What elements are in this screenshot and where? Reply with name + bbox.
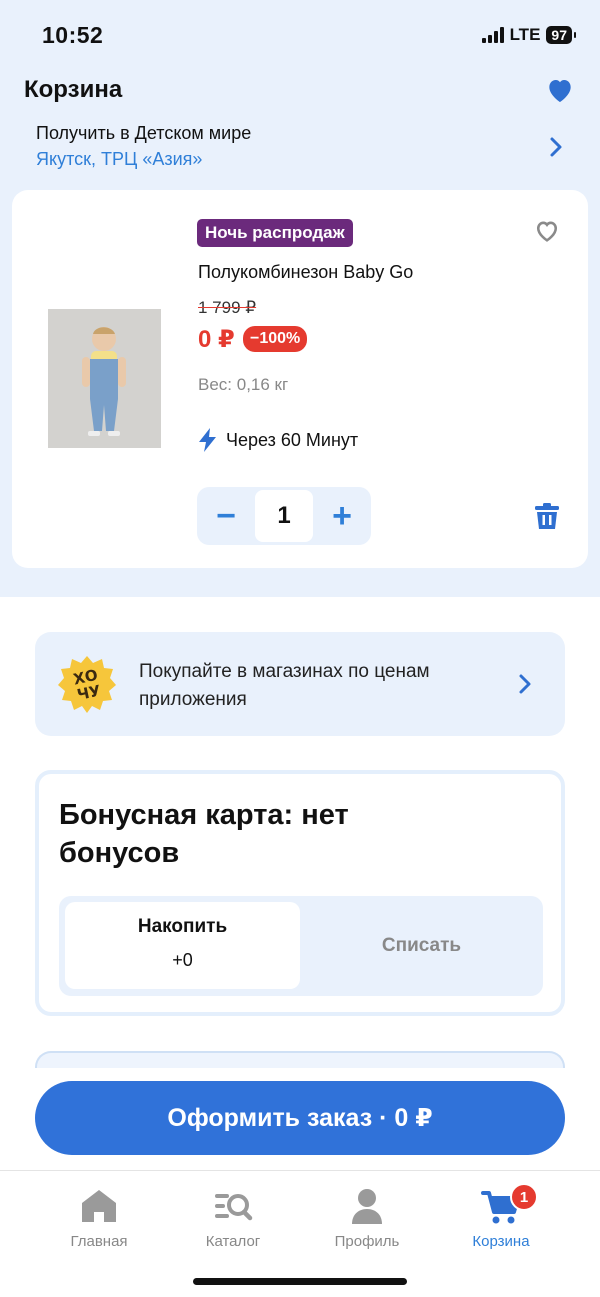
product-image[interactable] xyxy=(48,309,161,448)
accumulate-label: Накопить xyxy=(137,916,228,937)
lightning-icon xyxy=(199,428,216,452)
tab-label: Главная xyxy=(70,1233,128,1250)
quantity-stepper: − 1 + xyxy=(197,487,371,545)
heart-outline-icon[interactable] xyxy=(532,217,562,245)
catalog-search-icon xyxy=(215,1194,253,1221)
tab-home[interactable]: Главная xyxy=(34,1186,164,1250)
pickup-label: Получить в Детском мире xyxy=(36,123,252,143)
current-price: 0 ₽ xyxy=(198,326,235,353)
quantity-value[interactable]: 1 xyxy=(255,490,313,542)
bonus-card: Бонусная карта: нет бонусов Накопить +0 … xyxy=(35,770,565,1016)
tab-catalog[interactable]: Каталог xyxy=(168,1186,298,1250)
tab-label: Корзина xyxy=(472,1233,530,1250)
sale-badge: Ночь распродаж xyxy=(197,219,353,247)
tab-profile[interactable]: Профиль xyxy=(302,1186,432,1250)
battery-icon: 97 xyxy=(546,26,576,44)
home-indicator xyxy=(193,1278,407,1285)
status-indicators: LTE 97 xyxy=(481,25,576,45)
cart-count-badge: 1 xyxy=(510,1183,538,1211)
checkout-button[interactable]: Оформить заказ · 0 ₽ xyxy=(35,1081,565,1155)
promo-text: Покупайте в магазинах по ценам приложени… xyxy=(139,661,430,710)
promo-banner[interactable]: ХО ЧУ Покупайте в магазинах по ценам при… xyxy=(35,632,565,736)
tab-cart[interactable]: 1 Корзина xyxy=(436,1183,566,1250)
pickup-selector[interactable]: Получить в Детском мире Якутск, ТРЦ «Ази… xyxy=(36,123,251,170)
pickup-address[interactable]: Якутск, ТРЦ «Азия» xyxy=(36,149,251,170)
decrease-quantity-button[interactable]: − xyxy=(197,487,255,545)
status-time: 10:52 xyxy=(42,22,104,48)
increase-quantity-button[interactable]: + xyxy=(313,487,371,545)
tab-label: Профиль xyxy=(334,1233,400,1250)
delivery-info: Через 60 Минут xyxy=(198,428,358,452)
accumulate-tab[interactable]: Накопить +0 xyxy=(65,902,300,989)
network-type: LTE xyxy=(509,25,541,44)
signal-icon xyxy=(481,27,504,43)
page-title: Корзина xyxy=(24,76,123,103)
home-icon xyxy=(82,1190,116,1222)
product-name[interactable]: Полукомбинезон Baby Go xyxy=(198,262,413,283)
bonus-segmented-control: Накопить +0 Списать xyxy=(59,896,543,996)
profile-icon xyxy=(352,1189,382,1224)
chevron-right-icon[interactable] xyxy=(548,136,564,158)
old-price: 1 799 ₽ xyxy=(198,298,257,317)
accumulate-value: +0 xyxy=(172,950,193,970)
hochu-logo-icon: ХО ЧУ xyxy=(58,656,116,713)
heart-icon[interactable] xyxy=(544,74,576,106)
chevron-right-icon xyxy=(519,674,531,694)
tab-label: Каталог xyxy=(205,1233,261,1250)
trash-icon[interactable] xyxy=(531,500,563,532)
discount-badge: −100% xyxy=(243,326,308,352)
bonus-title: Бонусная карта: нет бонусов xyxy=(59,799,349,869)
cart-item-card: Ночь распродаж Полукомбинезон Baby Go 1 … xyxy=(12,190,588,568)
spend-tab[interactable]: Списать xyxy=(300,896,543,996)
product-weight: Вес: 0,16 кг xyxy=(198,375,289,394)
delivery-time: Через 60 Минут xyxy=(226,429,359,450)
